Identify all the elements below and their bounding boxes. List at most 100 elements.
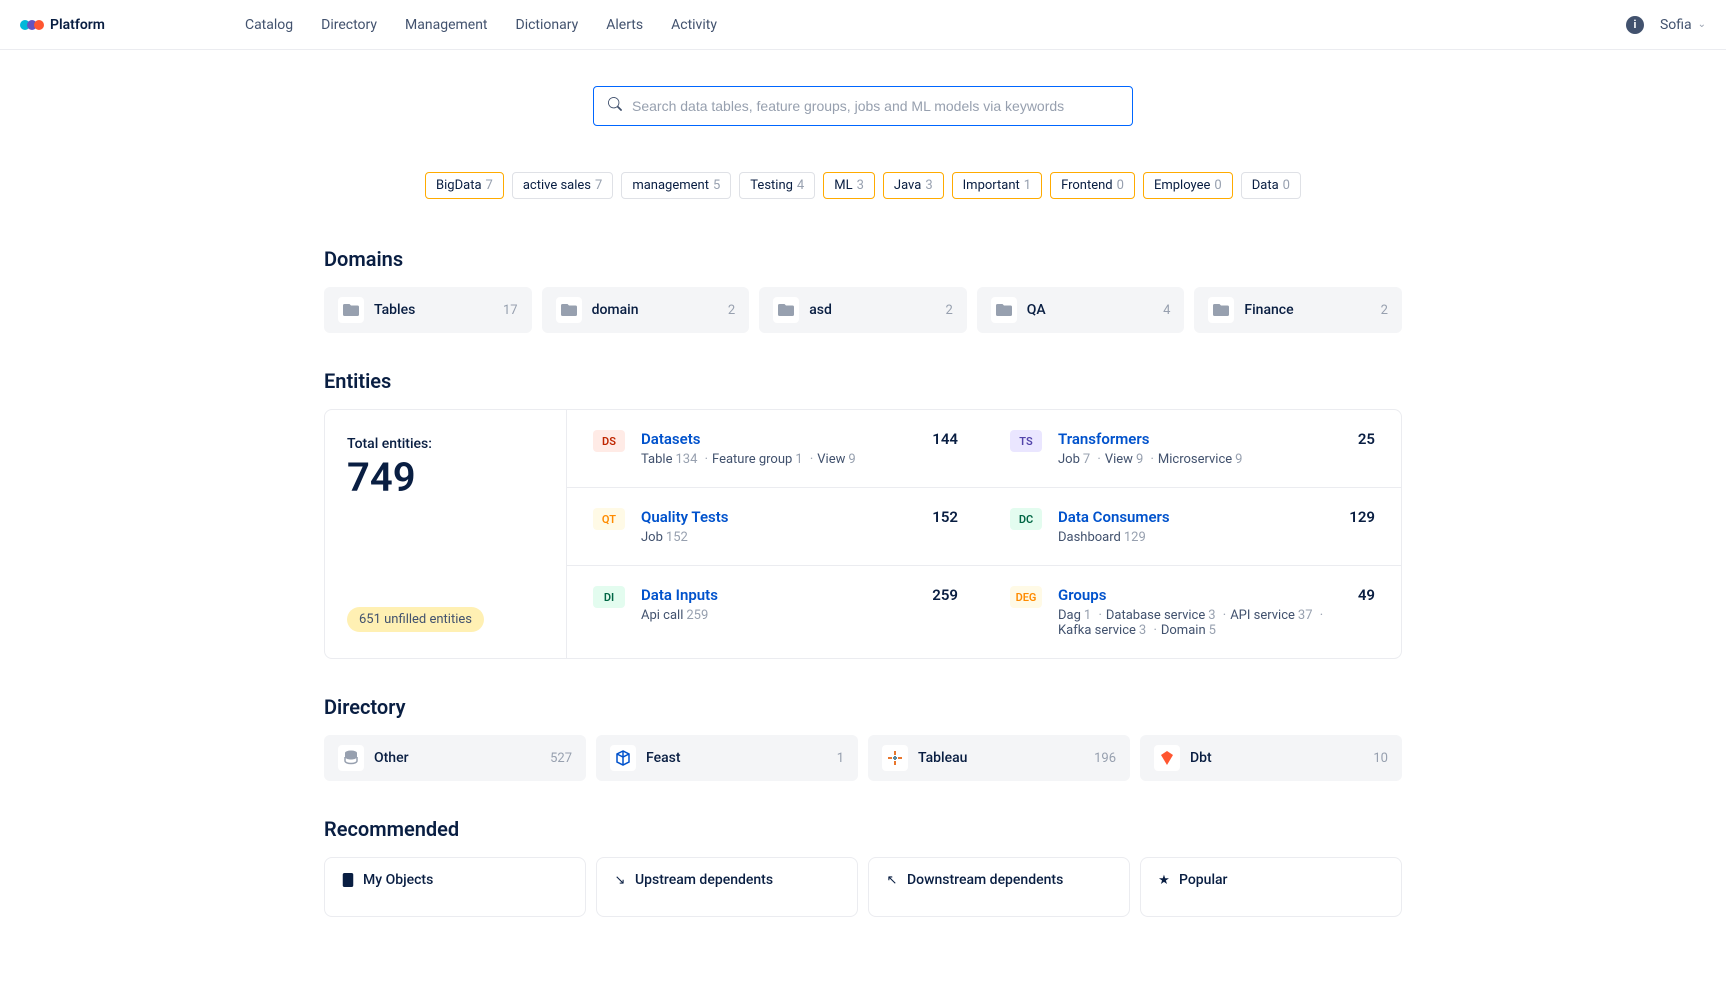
nav-directory[interactable]: Directory	[321, 17, 377, 33]
tag-ml[interactable]: ML3	[823, 172, 875, 199]
entity-badge: DC	[1010, 508, 1042, 530]
domain-card-finance[interactable]: Finance2	[1194, 287, 1402, 333]
entity-sub: View9	[1105, 452, 1158, 467]
recommended-my-objects[interactable]: My Objects	[324, 857, 586, 917]
tag-label: management	[632, 178, 709, 193]
tag-label: Frontend	[1061, 178, 1113, 193]
domain-card-asd[interactable]: asd 2	[759, 287, 967, 333]
directory-count: 196	[1094, 751, 1116, 766]
search-icon	[608, 97, 622, 115]
entity-sub: API service37	[1230, 608, 1327, 623]
domain-card-tables[interactable]: Tables17	[324, 287, 532, 333]
domain-name: QA	[1027, 302, 1153, 318]
nav-catalog[interactable]: Catalog	[245, 17, 293, 33]
user-menu[interactable]: Sofia ⌄	[1660, 17, 1706, 33]
domain-count: 2	[728, 303, 735, 318]
folder-icon	[991, 297, 1017, 323]
domain-card-qa[interactable]: QA4	[977, 287, 1185, 333]
domain-name: domain	[592, 302, 718, 318]
total-entities-count: 749	[347, 456, 544, 500]
entity-badge: DS	[593, 430, 625, 452]
entity-sub: Api call259	[641, 608, 708, 623]
entity-name: Data Inputs	[641, 586, 916, 604]
chevron-down-icon: ⌄	[1698, 19, 1706, 30]
directory-card-feast[interactable]: Feast1	[596, 735, 858, 781]
directory-name: Feast	[646, 750, 827, 766]
tag-label: Employee	[1154, 178, 1210, 193]
domain-card-domain[interactable]: domain 2	[542, 287, 750, 333]
tag-testing[interactable]: Testing4	[739, 172, 815, 199]
directory-card-dbt[interactable]: Dbt10	[1140, 735, 1402, 781]
unfilled-badge[interactable]: 651 unfilled entities	[347, 607, 484, 632]
entity-data-consumers[interactable]: DCData ConsumersDashboard129129	[984, 488, 1401, 566]
book-icon	[341, 873, 355, 887]
search-box[interactable]	[593, 86, 1133, 126]
arrow-down-right-icon: ↘	[613, 873, 627, 887]
domain-name: asd	[809, 302, 935, 318]
logo[interactable]: Platform	[20, 17, 105, 33]
db-icon	[338, 745, 364, 771]
tag-count: 1	[1024, 178, 1031, 193]
entity-total: 259	[932, 586, 958, 638]
recommended-title: Upstream dependents	[635, 872, 773, 888]
directory-heading: Directory	[324, 695, 1402, 719]
tag-bigdata[interactable]: BigData7	[425, 172, 504, 199]
entities-box: Total entities: 749 651 unfilled entitie…	[324, 409, 1402, 659]
info-icon[interactable]: i	[1626, 16, 1644, 34]
dbt-icon	[1154, 745, 1180, 771]
tag-data[interactable]: Data 0	[1241, 172, 1301, 199]
domain-name: Tables	[374, 302, 493, 318]
entity-quality-tests[interactable]: QTQuality TestsJob152152	[567, 488, 984, 566]
tag-count: 3	[857, 178, 864, 193]
tag-management[interactable]: management5	[621, 172, 731, 199]
entity-total: 49	[1358, 586, 1375, 638]
entity-name: Quality Tests	[641, 508, 916, 526]
recommended-heading: Recommended	[324, 817, 1402, 841]
directory-card-tableau[interactable]: Tableau196	[868, 735, 1130, 781]
tag-count: 7	[595, 178, 602, 193]
entity-data-inputs[interactable]: DI Data Inputs Api call259 259	[567, 566, 984, 658]
entity-total: 25	[1358, 430, 1375, 467]
nav-activity[interactable]: Activity	[671, 17, 717, 33]
folder-icon	[556, 297, 582, 323]
recommended-upstream-dependents[interactable]: ↘ Upstream dependents	[596, 857, 858, 917]
tag-java[interactable]: Java3	[883, 172, 944, 199]
entity-groups[interactable]: DEGGroupsDag1Database service3API servic…	[984, 566, 1401, 658]
entity-badge: TS	[1010, 430, 1042, 452]
tag-count: 0	[1214, 178, 1221, 193]
entity-name: Groups	[1058, 586, 1342, 604]
tag-count: 0	[1117, 178, 1124, 193]
tag-filters: BigData7 active sales 7 management5 Testing4…	[324, 172, 1402, 199]
tableau-icon	[882, 745, 908, 771]
nav-alerts[interactable]: Alerts	[606, 17, 643, 33]
tag-employee[interactable]: Employee 0	[1143, 172, 1233, 199]
recommended-downstream-dependents[interactable]: ↖Downstream dependents	[868, 857, 1130, 917]
recommended-popular[interactable]: ★Popular	[1140, 857, 1402, 917]
search-input[interactable]	[632, 98, 1118, 114]
tag-count: 7	[486, 178, 493, 193]
domain-count: 2	[1381, 303, 1388, 318]
tag-label: Data	[1252, 178, 1279, 193]
folder-icon	[1208, 297, 1234, 323]
domain-count: 2	[945, 303, 952, 318]
tag-important[interactable]: Important 1	[952, 172, 1042, 199]
directory-count: 527	[550, 751, 572, 766]
logo-icon	[20, 20, 44, 30]
entity-badge: DI	[593, 586, 625, 608]
tag-frontend[interactable]: Frontend 0	[1050, 172, 1135, 199]
directory-name: Other	[374, 750, 540, 766]
header: Platform Catalog Directory Management Dicti…	[0, 0, 1726, 50]
nav-dictionary[interactable]: Dictionary	[516, 17, 579, 33]
directory-card-other[interactable]: Other 527	[324, 735, 586, 781]
entity-transformers[interactable]: TSTransformersJob7View9Microservice925	[984, 410, 1401, 488]
tag-label: Important	[963, 178, 1020, 193]
tag-count: 0	[1283, 178, 1290, 193]
entity-datasets[interactable]: DSDatasetsTable134Feature group1View9144	[567, 410, 984, 488]
nav-management[interactable]: Management	[405, 17, 487, 33]
entity-total: 129	[1349, 508, 1375, 545]
tag-label: active sales	[523, 178, 591, 193]
tag-active-sales[interactable]: active sales 7	[512, 172, 613, 199]
entity-total: 152	[932, 508, 958, 545]
main-nav: Catalog Directory Management Dictionary Aler…	[245, 17, 717, 33]
recommended-title: Popular	[1179, 872, 1228, 888]
